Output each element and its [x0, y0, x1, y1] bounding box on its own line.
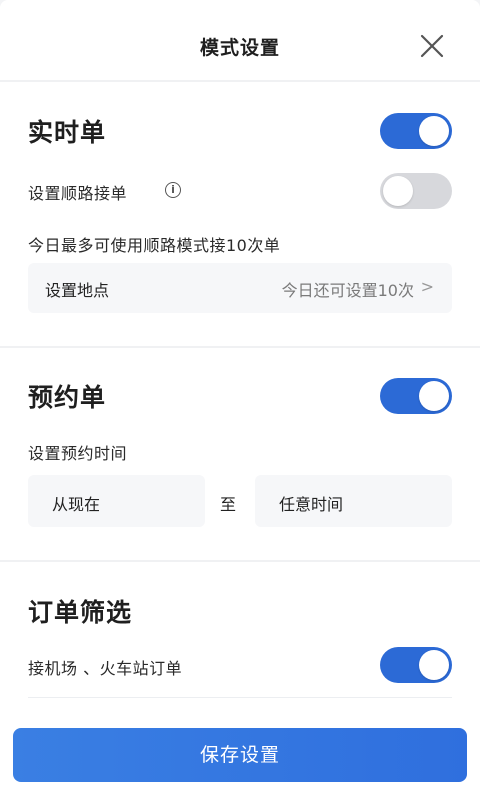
reservation-toggle[interactable]	[380, 378, 452, 414]
airport-station-label: 接机场 、火车站订单	[28, 659, 183, 678]
toggle-knob	[419, 650, 449, 680]
set-location-row[interactable]: 设置地点 今日还可设置10次 >	[28, 263, 452, 313]
row-divider	[28, 697, 452, 698]
realtime-toggle[interactable]	[380, 113, 452, 149]
reservation-time-label: 设置预约时间	[28, 444, 128, 463]
to-label: 至	[220, 495, 237, 514]
toggle-knob	[419, 381, 449, 411]
info-icon[interactable]: i	[165, 182, 181, 198]
route-limit-note: 今日最多可使用顺路模式接10次单	[28, 236, 281, 255]
route-order-label: 设置顺路接单	[28, 184, 128, 203]
filter-title: 订单筛选	[28, 598, 133, 627]
page-title: 模式设置	[199, 37, 280, 59]
mode-settings-sheet: 模式设置 实时单 设置顺路接单 i 今日最多可使用顺路模式接10次单 设置地点 …	[0, 0, 480, 800]
airport-station-toggle[interactable]	[380, 647, 452, 683]
reservation-title: 预约单	[28, 383, 107, 412]
end-time-value: 任意时间	[279, 495, 344, 514]
toggle-knob	[419, 116, 449, 146]
save-settings-button[interactable]: 保存设置	[13, 728, 467, 782]
end-time-picker[interactable]: 任意时间	[255, 475, 452, 527]
set-location-label: 设置地点	[45, 281, 110, 300]
start-time-value: 从现在	[52, 495, 101, 514]
section-divider	[0, 560, 480, 562]
realtime-title: 实时单	[28, 118, 107, 147]
toggle-knob	[383, 176, 413, 206]
section-divider	[0, 346, 480, 348]
remaining-count-text: 今日还可设置10次	[281, 281, 414, 300]
close-button[interactable]	[414, 30, 448, 64]
start-time-picker[interactable]: 从现在	[28, 475, 205, 527]
chevron-right-icon: >	[420, 277, 434, 296]
route-order-toggle[interactable]	[380, 173, 452, 209]
close-icon	[420, 34, 444, 58]
header-divider	[0, 80, 480, 82]
header: 模式设置	[0, 0, 480, 90]
